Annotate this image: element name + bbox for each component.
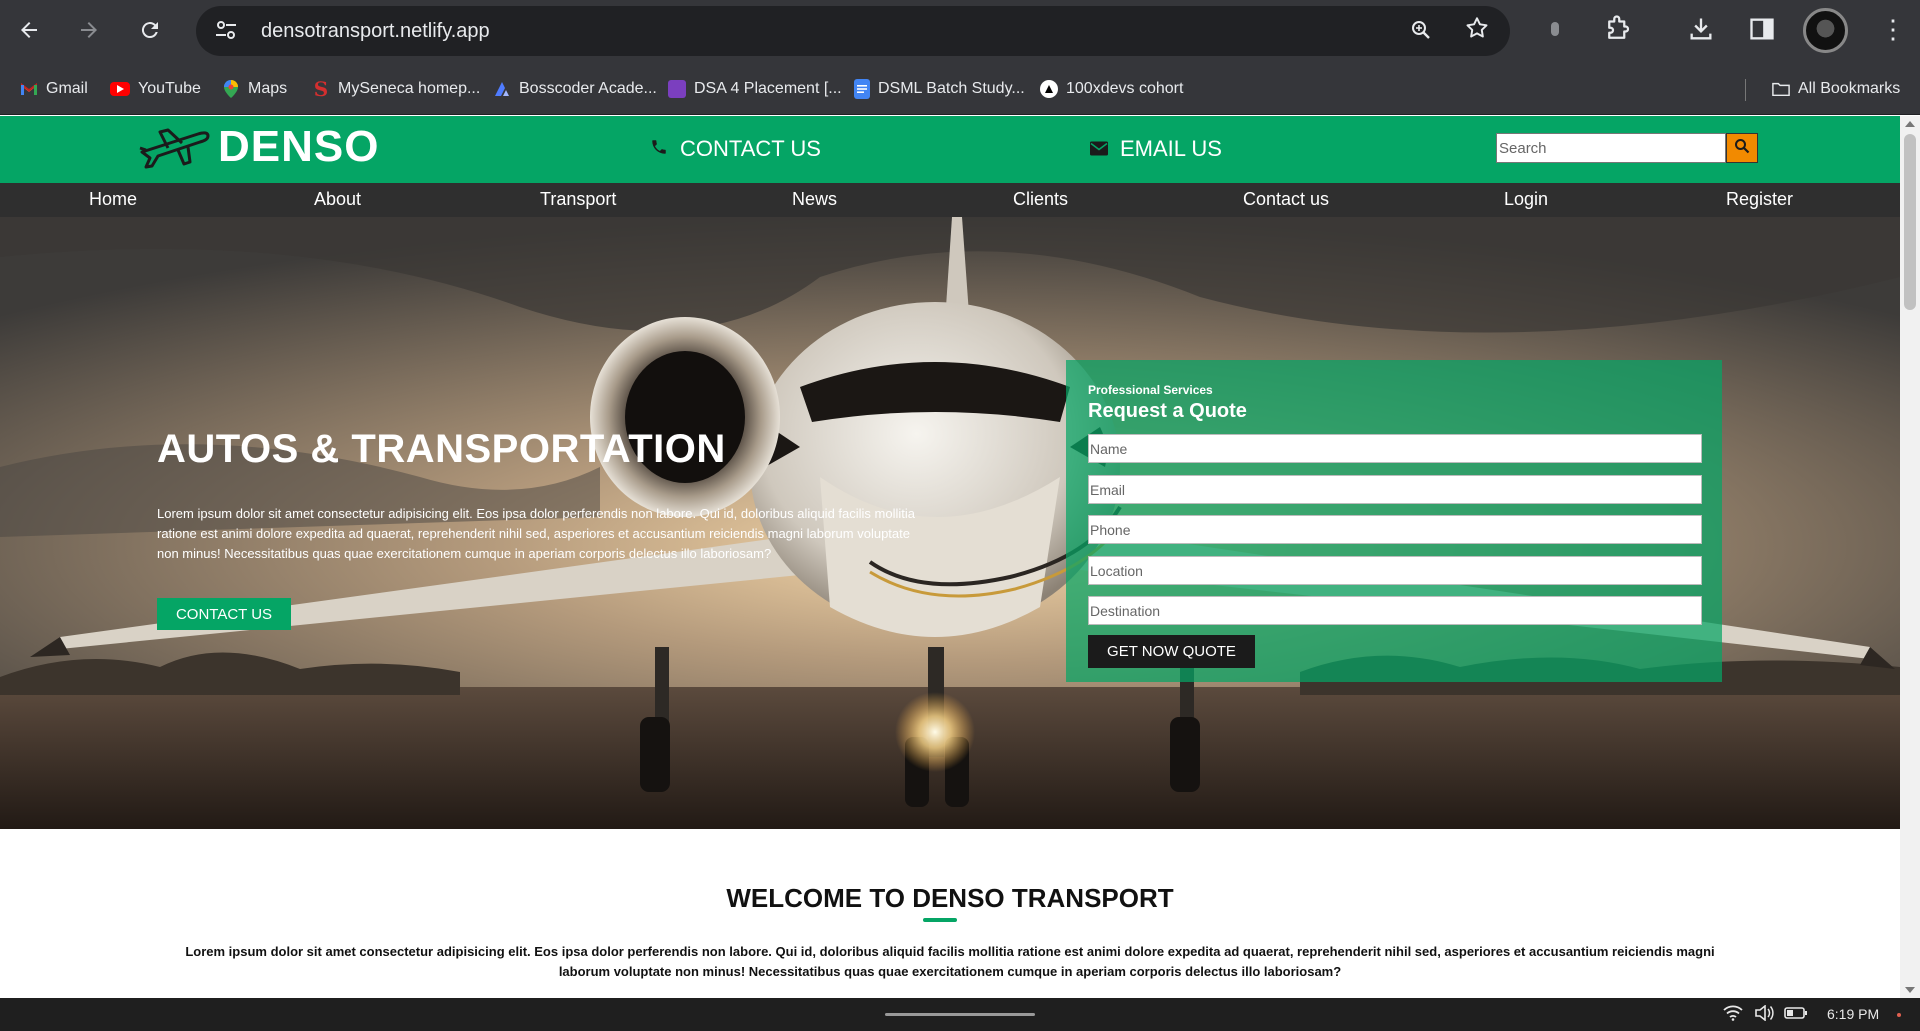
bookmarks-separator xyxy=(1745,79,1746,101)
scroll-up-arrow-icon[interactable] xyxy=(1905,121,1915,127)
wifi-icon[interactable] xyxy=(1723,1005,1743,1024)
bookmark-star-icon[interactable] xyxy=(1464,15,1490,48)
nav-transport[interactable]: Transport xyxy=(540,189,616,210)
seneca-icon: S xyxy=(313,77,329,101)
airplane-logo-icon[interactable] xyxy=(138,126,210,175)
bookmark-youtube[interactable]: YouTube xyxy=(110,77,201,101)
100xdevs-icon xyxy=(1040,80,1058,98)
page-viewport: DENSO CONTACT US EMAIL US Home About Tra… xyxy=(0,116,1900,998)
nav-clients[interactable]: Clients xyxy=(1013,189,1068,210)
search-icon xyxy=(1734,138,1750,159)
extensions-puzzle-icon[interactable] xyxy=(1603,14,1633,49)
header-email-link[interactable]: EMAIL US xyxy=(1090,136,1222,162)
nav-news[interactable]: News xyxy=(792,189,837,210)
bookmark-label: DSA 4 Placement [... xyxy=(694,80,842,97)
clock-time[interactable]: 6:19 PM xyxy=(1827,1006,1879,1022)
browser-toolbar: densotransport.netlify.app ⋮ xyxy=(0,0,1920,62)
folder-icon xyxy=(1772,80,1790,98)
bookmark-dsa[interactable]: DSA 4 Placement [... xyxy=(668,77,842,101)
bookmark-100xdevs[interactable]: 100xdevs cohort xyxy=(1040,77,1183,101)
phone-icon xyxy=(650,136,668,162)
quote-form: Professional Services Request a Quote GE… xyxy=(1066,360,1722,682)
extension-icon[interactable] xyxy=(1545,14,1565,49)
youtube-icon xyxy=(110,82,130,96)
address-bar[interactable]: densotransport.netlify.app xyxy=(196,6,1510,56)
welcome-heading: WELCOME TO DENSO TRANSPORT xyxy=(726,883,1174,913)
bookmark-label: 100xdevs cohort xyxy=(1066,80,1184,97)
zoom-icon[interactable] xyxy=(1409,18,1433,47)
search-input[interactable] xyxy=(1496,133,1726,163)
nav-about[interactable]: About xyxy=(314,189,361,210)
profile-avatar[interactable] xyxy=(1803,8,1848,53)
scroll-down-arrow-icon[interactable] xyxy=(1905,987,1915,993)
bookmark-gmail[interactable]: Gmail xyxy=(20,77,88,101)
get-quote-button[interactable]: GET NOW QUOTE xyxy=(1088,635,1255,668)
site-header: DENSO CONTACT US EMAIL US xyxy=(0,116,1900,183)
nav-login[interactable]: Login xyxy=(1504,189,1548,210)
bookmark-label: MySeneca homep... xyxy=(338,80,481,97)
bookmark-dsml[interactable]: DSML Batch Study... xyxy=(854,77,1025,101)
taskbar-handle[interactable] xyxy=(885,1013,1035,1016)
header-contact-link[interactable]: CONTACT US xyxy=(650,136,821,162)
nav-home[interactable]: Home xyxy=(89,189,137,210)
battery-icon[interactable] xyxy=(1784,1005,1808,1024)
main-nav: Home About Transport News Clients Contac… xyxy=(0,183,1900,217)
page-scrollbar[interactable] xyxy=(1900,116,1920,998)
all-bookmarks-label: All Bookmarks xyxy=(1798,80,1901,97)
welcome-description: Lorem ipsum dolor sit amet consectetur a… xyxy=(185,944,1715,979)
destination-field[interactable] xyxy=(1088,596,1702,625)
hero-title: AUTOS & TRANSPORTATION xyxy=(157,427,726,471)
search-button[interactable] xyxy=(1726,133,1758,163)
envelope-icon xyxy=(1090,136,1108,162)
bookmark-label: YouTube xyxy=(138,80,201,97)
header-contact-label: CONTACT US xyxy=(680,136,821,161)
back-arrow-icon[interactable] xyxy=(12,13,46,47)
phone-field[interactable] xyxy=(1088,515,1702,544)
scrollbar-thumb[interactable] xyxy=(1904,134,1916,310)
forward-arrow-icon[interactable] xyxy=(72,13,106,47)
location-field[interactable] xyxy=(1088,556,1702,585)
download-icon[interactable] xyxy=(1687,14,1715,49)
gmail-icon xyxy=(20,80,38,98)
bookmark-myseneca[interactable]: S MySeneca homep... xyxy=(312,77,481,101)
bookmarks-bar: Gmail YouTube Maps S MySeneca homep... B… xyxy=(0,62,1920,115)
bookmark-label: Bosscoder Acade... xyxy=(519,80,657,97)
url-text[interactable]: densotransport.netlify.app xyxy=(261,20,490,43)
welcome-underline xyxy=(923,918,957,922)
name-field[interactable] xyxy=(1088,434,1702,463)
os-taskbar: 6:19 PM xyxy=(0,998,1920,1031)
more-menu-icon[interactable]: ⋮ xyxy=(1880,14,1906,44)
bookmark-label: Gmail xyxy=(46,80,88,97)
hero-description: Lorem ipsum dolor sit amet consectetur a… xyxy=(157,506,915,561)
google-docs-icon xyxy=(854,79,870,99)
site-logo[interactable]: DENSO xyxy=(218,122,379,172)
reload-icon[interactable] xyxy=(133,13,167,47)
header-email-label: EMAIL US xyxy=(1120,136,1222,161)
site-settings-icon[interactable] xyxy=(214,19,240,43)
bookmark-bosscoder[interactable]: Bosscoder Acade... xyxy=(493,77,657,101)
nav-contact-us[interactable]: Contact us xyxy=(1243,189,1329,210)
bookmark-maps[interactable]: Maps xyxy=(222,77,287,101)
nav-register[interactable]: Register xyxy=(1726,189,1793,210)
hero-section: AUTOS & TRANSPORTATION Lorem ipsum dolor… xyxy=(0,217,1900,829)
email-field[interactable] xyxy=(1088,475,1702,504)
bosscoder-icon xyxy=(493,80,511,98)
maps-pin-icon xyxy=(222,80,240,98)
dsa-icon xyxy=(668,80,686,98)
all-bookmarks[interactable]: All Bookmarks xyxy=(1772,77,1900,101)
bookmark-label: Maps xyxy=(248,80,288,97)
hero-contact-button[interactable]: CONTACT US xyxy=(157,598,291,630)
side-panel-icon[interactable] xyxy=(1748,14,1776,49)
notification-dot-icon[interactable] xyxy=(1897,1013,1901,1017)
volume-icon[interactable] xyxy=(1754,1004,1774,1024)
quote-title: Request a Quote xyxy=(1088,400,1247,422)
quote-eyebrow: Professional Services xyxy=(1088,383,1213,397)
bookmark-label: DSML Batch Study... xyxy=(878,80,1025,97)
